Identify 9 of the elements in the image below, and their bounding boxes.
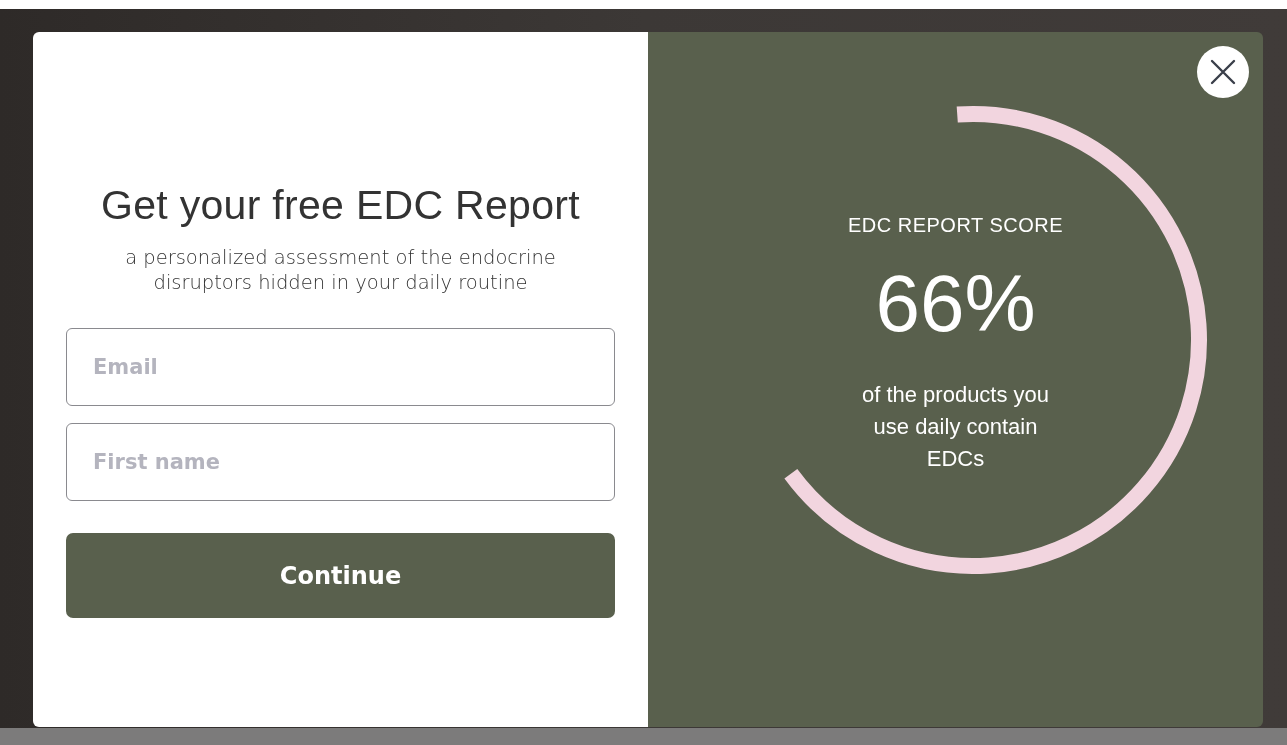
modal-title: Get your free EDC Report — [100, 182, 581, 229]
first-name-field[interactable]: First name — [66, 423, 615, 501]
score-caption: of the products you use daily contain EDCs — [860, 381, 1051, 473]
continue-button[interactable]: Continue — [66, 533, 615, 618]
modal-subtitle: a personalized assessment of the endocrine disruptors hidden in your daily routine — [124, 245, 557, 295]
score-value: 66% — [875, 259, 1036, 349]
close-icon — [1210, 59, 1236, 85]
email-field[interactable]: Email — [66, 328, 615, 406]
score-heading: EDC REPORT SCORE — [847, 214, 1064, 237]
